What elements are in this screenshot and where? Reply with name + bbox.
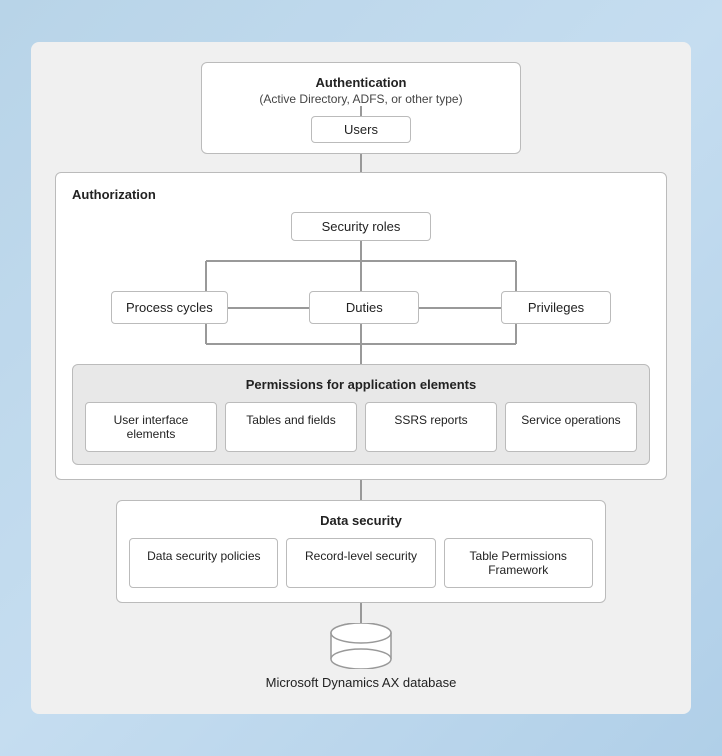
permissions-row: User interface elements Tables and field… xyxy=(85,402,637,452)
process-cycles-box: Process cycles xyxy=(111,291,228,324)
main-container: Authentication (Active Directory, ADFS, … xyxy=(31,42,691,714)
perm-box-ssrs: SSRS reports xyxy=(365,402,497,452)
ds-record-label: Record-level security xyxy=(305,549,417,563)
security-roles-box: Security roles xyxy=(291,212,431,241)
perm-tables-label: Tables and fields xyxy=(246,413,335,427)
data-security-row: Data security policies Record-level secu… xyxy=(129,538,593,588)
data-security-label: Data security xyxy=(129,513,593,528)
duties-privileges-row: Process cycles Duties Privileges xyxy=(72,291,650,324)
duties-label: Duties xyxy=(346,300,383,315)
users-box: Users xyxy=(311,116,411,143)
privileges-label: Privileges xyxy=(528,300,584,315)
auth-inner: Security roles Process cycles xyxy=(72,212,650,465)
perm-ui-label: User interface elements xyxy=(114,413,189,441)
perm-box-service: Service operations xyxy=(505,402,637,452)
data-security-section: Data security Data security policies Rec… xyxy=(116,500,606,603)
perm-box-tables: Tables and fields xyxy=(225,402,357,452)
duties-row-inner: Process cycles Duties Privileges xyxy=(111,291,611,324)
h-line-2 xyxy=(419,307,501,309)
auth-subtitle: (Active Directory, ADFS, or other type) xyxy=(232,92,490,106)
users-label: Users xyxy=(344,122,378,137)
perm-box-ui: User interface elements xyxy=(85,402,217,452)
ds-box-policies: Data security policies xyxy=(129,538,278,588)
permissions-section: Permissions for application elements Use… xyxy=(72,364,650,465)
merge-svg xyxy=(111,324,611,364)
connector-ds-to-db xyxy=(55,603,667,623)
ds-policies-label: Data security policies xyxy=(147,549,260,563)
authorization-section: Authorization Security roles xyxy=(55,172,667,480)
connector-auth-to-authz xyxy=(55,154,667,172)
privileges-box: Privileges xyxy=(501,291,611,324)
auth-title: Authentication xyxy=(232,75,490,90)
duties-box: Duties xyxy=(309,291,419,324)
security-roles-label: Security roles xyxy=(322,219,401,234)
auth-box: Authentication (Active Directory, ADFS, … xyxy=(201,62,521,154)
connector-authz-to-ds xyxy=(55,480,667,500)
connector-auth-users xyxy=(360,106,362,116)
authorization-label: Authorization xyxy=(72,187,650,202)
permissions-label: Permissions for application elements xyxy=(85,377,637,392)
process-cycles-label: Process cycles xyxy=(126,300,213,315)
perm-ssrs-label: SSRS reports xyxy=(394,413,467,427)
database-label: Microsoft Dynamics AX database xyxy=(266,675,457,690)
ds-tpf-label: Table Permissions Framework xyxy=(470,549,567,577)
ds-box-tpf: Table Permissions Framework xyxy=(444,538,593,588)
database-icon xyxy=(326,623,396,669)
perm-service-label: Service operations xyxy=(521,413,620,427)
ds-box-record: Record-level security xyxy=(286,538,435,588)
branch-svg xyxy=(111,241,611,291)
h-line-1 xyxy=(228,307,310,309)
database-container: Microsoft Dynamics AX database xyxy=(266,623,457,690)
